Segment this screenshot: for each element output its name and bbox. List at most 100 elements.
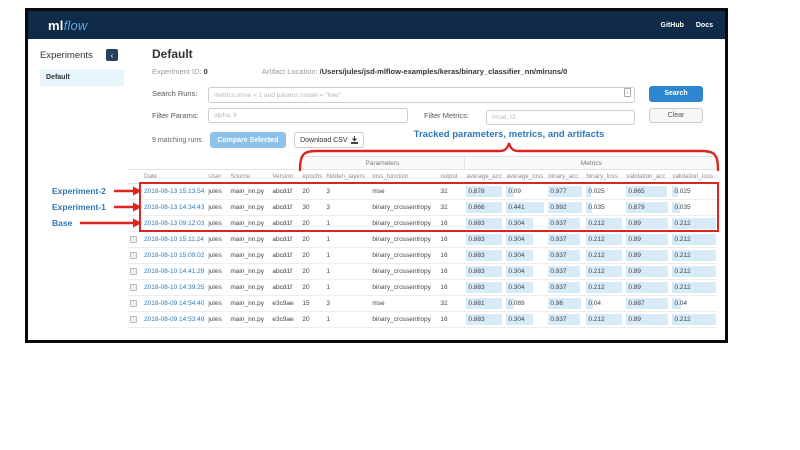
metric-cell: 0.035: [584, 200, 624, 216]
run-user: jules: [206, 200, 228, 216]
app-window-frame: mlflow GitHub Docs Experiments ‹ Default…: [25, 8, 728, 343]
metric-cell: 0.96: [546, 296, 584, 312]
column-header-user[interactable]: User: [206, 170, 228, 184]
param-hidden-layers: 1: [324, 312, 370, 328]
column-header-output[interactable]: output: [438, 170, 464, 184]
table-row: 2018-08-13 15:13:54julesmain_nn.pyabcd1f…: [128, 184, 718, 200]
run-checkbox[interactable]: [130, 300, 137, 307]
nav-link-docs[interactable]: Docs: [696, 22, 713, 29]
metric-cell: 0.937: [546, 216, 584, 232]
logo-ml: ml: [48, 18, 64, 33]
metric-cell: 0.212: [670, 216, 718, 232]
metric-cell: 0.212: [584, 216, 624, 232]
sidebar-item-default[interactable]: Default: [40, 69, 124, 86]
metric-cell: 0.212: [670, 232, 718, 248]
run-date-link[interactable]: 2018-08-09 14:54:40: [144, 300, 204, 307]
search-runs-input[interactable]: [208, 87, 635, 103]
mlflow-logo[interactable]: mlflow: [48, 18, 88, 33]
run-checkbox[interactable]: [130, 252, 137, 259]
clear-button[interactable]: Clear: [649, 108, 703, 123]
param-loss-function: binary_crossentropy: [370, 280, 438, 296]
param-epochs: 30: [300, 200, 324, 216]
run-source: main_nn.py: [228, 248, 270, 264]
table-row: 2018-08-09 14:54:40julesmain_nn.pye3c9ae…: [128, 296, 718, 312]
run-checkbox[interactable]: [130, 236, 137, 243]
filter-metrics-input[interactable]: [486, 110, 635, 125]
param-output: 16: [438, 248, 464, 264]
group-header-metrics: Metrics: [464, 157, 718, 170]
column-header-average-acc[interactable]: average_acc: [464, 170, 504, 184]
metric-cell: 0.212: [584, 232, 624, 248]
download-csv-button[interactable]: Download CSV: [294, 132, 364, 148]
run-date-link[interactable]: 2018-08-10 15:09:02: [144, 252, 204, 259]
run-date-link[interactable]: 2018-08-10 14:39:25: [144, 284, 204, 291]
param-epochs: 15: [300, 296, 324, 312]
param-loss-function: mse: [370, 296, 438, 312]
metric-cell: 0.883: [464, 232, 504, 248]
metric-cell: 0.304: [504, 312, 546, 328]
run-checkbox-cell: [128, 280, 142, 296]
run-source: main_nn.py: [228, 232, 270, 248]
column-header-binary-loss[interactable]: binary_loss: [584, 170, 624, 184]
run-version: abcd1f: [270, 200, 300, 216]
run-user: jules: [206, 312, 228, 328]
table-row: 2018-08-10 14:39:25julesmain_nn.pyabcd1f…: [128, 280, 718, 296]
column-header-validation-acc[interactable]: validation_acc: [624, 170, 670, 184]
metric-cell: 0.865: [624, 184, 670, 200]
column-header-binary-acc[interactable]: binary_acc: [546, 170, 584, 184]
run-source: main_nn.py: [228, 200, 270, 216]
column-header-date[interactable]: Date: [142, 170, 206, 184]
column-header-version[interactable]: Version: [270, 170, 300, 184]
metric-cell: 0.441: [504, 200, 546, 216]
metric-cell: 0.879: [624, 200, 670, 216]
app-body: Experiments ‹ Default Default Experiment…: [28, 39, 725, 340]
nav-links: GitHub Docs: [661, 22, 713, 29]
param-hidden-layers: 1: [324, 280, 370, 296]
metric-cell: 0.937: [546, 280, 584, 296]
run-date-link[interactable]: 2018-08-10 14:41:29: [144, 268, 204, 275]
run-date-link[interactable]: 2018-08-13 09:12:03: [144, 220, 204, 227]
run-version: abcd1f: [270, 184, 300, 200]
run-date-link[interactable]: 2018-08-13 15:13:54: [144, 188, 204, 195]
metric-cell: 0.212: [584, 280, 624, 296]
run-checkbox[interactable]: [130, 316, 137, 323]
metric-cell: 0.212: [670, 312, 718, 328]
run-version: e3c9ae: [270, 296, 300, 312]
run-checkbox[interactable]: [130, 268, 137, 275]
run-date-link[interactable]: 2018-08-10 15:11:24: [144, 236, 204, 243]
search-row: Search Runs: i Search: [152, 85, 703, 102]
metric-cell: 0.304: [504, 280, 546, 296]
param-epochs: 20: [300, 280, 324, 296]
run-date-link[interactable]: 2018-08-13 14:34:43: [144, 204, 204, 211]
column-header-epochs[interactable]: epochs: [300, 170, 324, 184]
search-button[interactable]: Search: [649, 86, 703, 102]
metric-cell: 0.212: [584, 264, 624, 280]
metric-cell: 0.304: [504, 248, 546, 264]
metric-cell: 0.937: [546, 248, 584, 264]
column-header-average-loss[interactable]: average_loss: [504, 170, 546, 184]
run-date-link[interactable]: 2018-08-09 14:53:49: [144, 316, 204, 323]
column-header-source[interactable]: Source: [228, 170, 270, 184]
experiment-id-value: 0: [204, 67, 208, 76]
param-epochs: 20: [300, 216, 324, 232]
column-header-hidden-layers[interactable]: hidden_layers: [324, 170, 370, 184]
param-hidden-layers: 1: [324, 232, 370, 248]
compare-selected-button[interactable]: Compare Selected: [210, 132, 286, 148]
query-syntax-help-icon[interactable]: i: [624, 88, 631, 97]
run-version: abcd1f: [270, 280, 300, 296]
metric-cell: 0.977: [546, 184, 584, 200]
metric-cell: 0.89: [624, 216, 670, 232]
group-header-parameters: Parameters: [300, 157, 464, 170]
column-header-loss-function[interactable]: loss_function: [370, 170, 438, 184]
metric-cell: 0.89: [624, 264, 670, 280]
run-checkbox[interactable]: [130, 284, 137, 291]
nav-link-github[interactable]: GitHub: [661, 22, 684, 29]
column-header-validation-loss[interactable]: validation_loss: [670, 170, 718, 184]
run-checkbox-cell: [128, 296, 142, 312]
metric-cell: 0.887: [624, 296, 670, 312]
run-source: main_nn.py: [228, 312, 270, 328]
param-loss-function: binary_crossentropy: [370, 216, 438, 232]
filter-params-input[interactable]: [208, 108, 408, 123]
sidebar-collapse-button[interactable]: ‹: [106, 49, 118, 61]
param-output: 32: [438, 296, 464, 312]
